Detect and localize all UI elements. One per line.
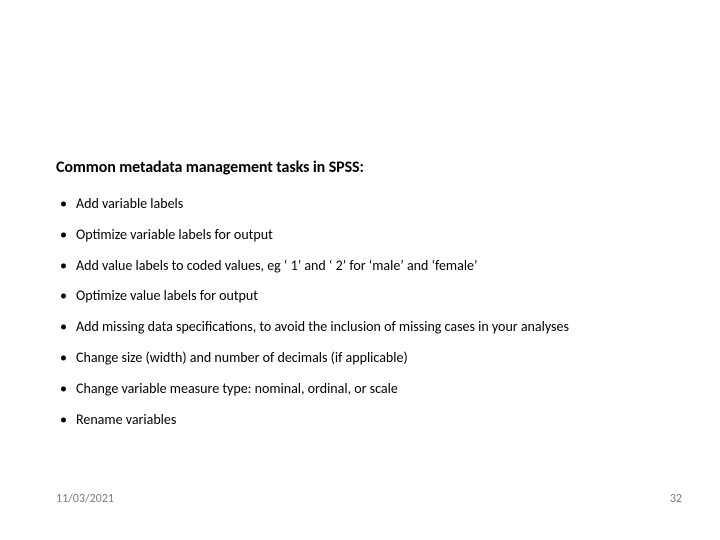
list-item: Add value labels to coded values, eg ‘ 1… <box>56 258 692 275</box>
list-item: Add variable labels <box>56 196 692 213</box>
list-item: Change size (width) and number of decima… <box>56 350 692 367</box>
list-item: Rename variables <box>56 412 692 429</box>
list-item: Optimize variable labels for output <box>56 227 692 244</box>
list-item: Change variable measure type: nominal, o… <box>56 381 692 398</box>
list-item: Add missing data specifications, to avoi… <box>56 319 692 336</box>
footer-page-number: 32 <box>670 492 682 506</box>
slide-heading: Common metadata management tasks in SPSS… <box>56 158 364 177</box>
footer-date: 11/03/2021 <box>56 492 114 506</box>
list-item: Optimize value labels for output <box>56 288 692 305</box>
bullet-list: Add variable labels Optimize variable la… <box>56 196 692 442</box>
slide: Common metadata management tasks in SPSS… <box>0 0 720 540</box>
